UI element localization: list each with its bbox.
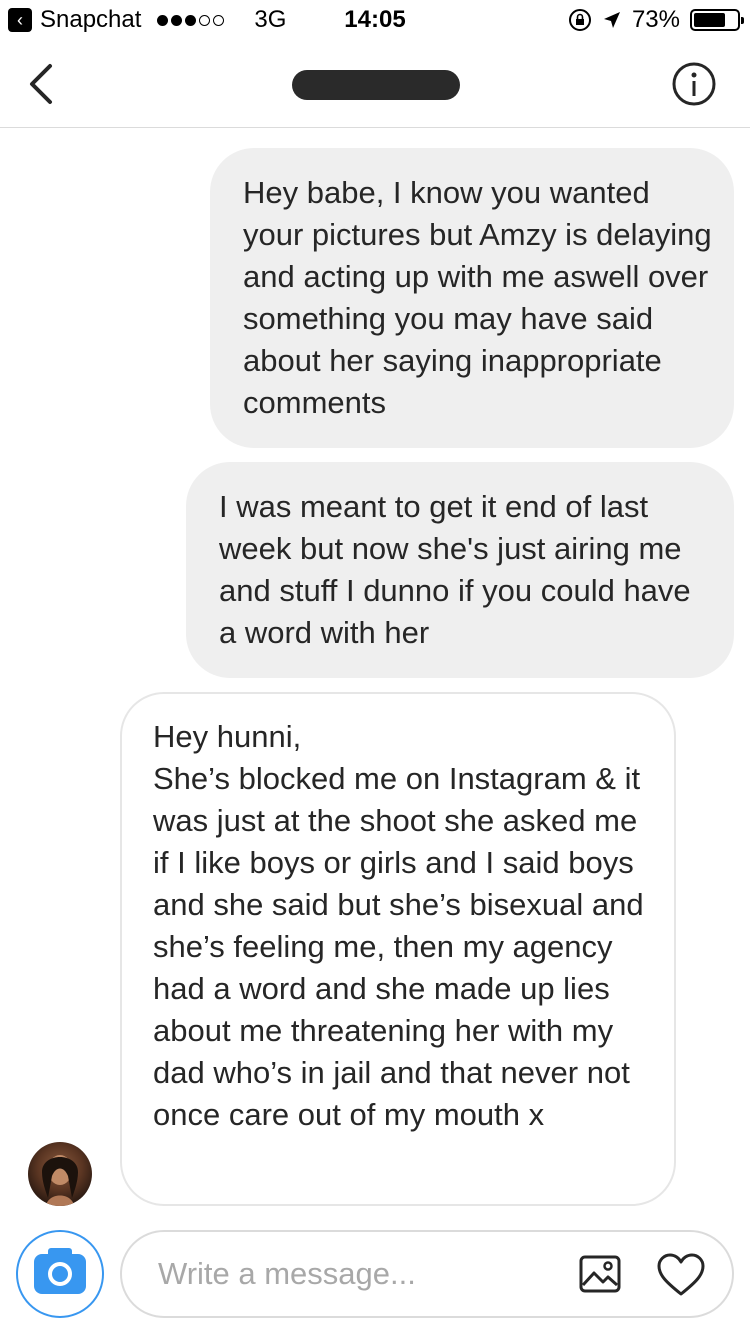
status-right: 73% xyxy=(568,6,744,34)
conversation-title-redacted xyxy=(292,70,460,100)
chevron-left-icon[interactable] xyxy=(22,60,62,108)
status-bar: ‹ Snapchat 3G 14:05 73% xyxy=(0,0,750,40)
location-icon xyxy=(603,12,620,28)
camera-icon xyxy=(34,1248,86,1294)
message-sent[interactable]: Hey babe, I know you wanted your picture… xyxy=(210,148,734,448)
avatar[interactable] xyxy=(28,1142,92,1206)
message-received[interactable]: Hey hunni, She’s blocked me on Instagram… xyxy=(120,692,676,1206)
battery-level xyxy=(694,13,725,27)
avatar-photo xyxy=(42,1155,78,1206)
info-icon[interactable] xyxy=(672,62,716,106)
camera-button[interactable] xyxy=(16,1230,104,1318)
message-composer xyxy=(120,1230,734,1318)
message-sent[interactable]: I was meant to get it end of last week b… xyxy=(186,462,734,678)
message-input[interactable] xyxy=(158,1252,548,1296)
heart-icon[interactable] xyxy=(656,1252,706,1298)
battery-percentage: 73% xyxy=(631,6,680,33)
battery-icon xyxy=(690,9,744,31)
orientation-lock-icon xyxy=(568,9,591,31)
chat-header xyxy=(0,40,750,128)
image-icon[interactable] xyxy=(578,1252,622,1296)
